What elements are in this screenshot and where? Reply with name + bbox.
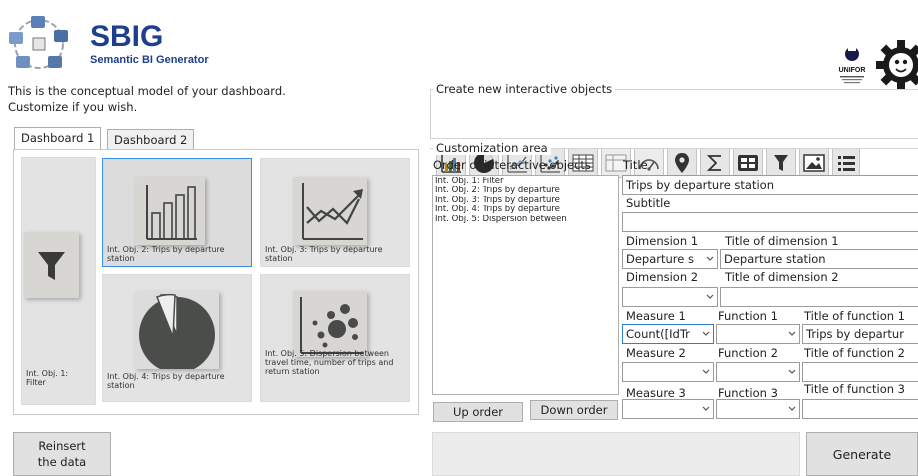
function-3-label: Function 3: [718, 386, 778, 400]
dashboard-card-bubble-chart[interactable]: Int. Obj. 5: Dispersion between travel t…: [260, 274, 410, 402]
function-3-title-label: Title of function 3: [804, 382, 905, 396]
chevron-down-icon: [702, 369, 710, 374]
dimension-2-label: Dimension 2: [626, 270, 699, 284]
function-2-select[interactable]: [716, 362, 800, 382]
bubble-chart-icon: [293, 291, 367, 357]
funnel-icon: [24, 232, 79, 298]
subtitle-label: Subtitle: [626, 196, 671, 210]
tab-dashboard-1[interactable]: Dashboard 1: [14, 127, 102, 150]
function-2-title-label: Title of function 2: [804, 346, 905, 360]
bar-chart-icon: [135, 177, 205, 245]
create-objects-label: Create new interactive objects: [433, 82, 616, 96]
unifor-logo-icon: UNIFOR: [839, 47, 866, 84]
list-item[interactable]: Int. Obj. 3: Trips by departure: [435, 196, 616, 205]
list-item[interactable]: Int. Obj. 4: Trips by departure: [435, 205, 616, 214]
card-caption: Int. Obj. 1: Filter: [26, 369, 69, 387]
app-subtitle: Semantic BI Generator: [90, 54, 209, 66]
measure-1-value: Count([IdTr: [626, 327, 690, 341]
pie-chart-icon: [135, 291, 219, 373]
card-caption: Int. Obj. 5: Dispersion between travel t…: [265, 349, 394, 376]
dashboard-card-filter[interactable]: Int. Obj. 1: Filter: [21, 157, 96, 405]
dashboard-card-line-chart[interactable]: Int. Obj. 3: Trips by departure station: [260, 158, 410, 267]
chevron-down-icon: [702, 331, 710, 336]
function-1-label: Function 1: [718, 309, 778, 323]
tab-dashboard-2[interactable]: Dashboard 2: [107, 129, 195, 149]
dimension-1-value: Departure s: [626, 252, 695, 266]
down-order-button[interactable]: Down order: [530, 400, 618, 420]
chevron-down-icon: [788, 369, 796, 374]
measure-2-label: Measure 2: [626, 346, 686, 360]
function-3-title-input[interactable]: [802, 399, 918, 419]
subtitle-input[interactable]: [622, 212, 918, 232]
chevron-down-icon: [788, 331, 796, 336]
card-caption: Int. Obj. 3: Trips by departure station: [265, 245, 383, 263]
card-caption: Int. Obj. 2: Trips by departure station: [107, 245, 225, 263]
dashboard-card-pie-chart[interactable]: Int. Obj. 4: Trips by departure station: [102, 274, 252, 402]
app-title: SBIG: [90, 20, 164, 53]
measure-3-label: Measure 3: [626, 386, 686, 400]
dimension-1-label: Dimension 1: [626, 234, 699, 248]
measure-1-label: Measure 1: [626, 309, 686, 323]
order-label: Order of interactive objects: [433, 158, 591, 172]
objects-order-list[interactable]: Int. Obj. 1: Filter Int. Obj. 2: Trips b…: [432, 175, 619, 395]
list-item[interactable]: Int. Obj. 1: Filter: [435, 177, 616, 186]
measure-2-select[interactable]: [622, 362, 714, 382]
dimension-2-title-input[interactable]: [720, 287, 918, 307]
up-order-button[interactable]: Up order: [433, 402, 523, 422]
chevron-down-icon: [706, 256, 714, 261]
card-caption: Int. Obj. 4: Trips by departure station: [107, 372, 225, 390]
measure-3-select[interactable]: [622, 399, 714, 419]
dimension-1-title-input[interactable]: Departure station: [720, 249, 918, 269]
gear-logo-icon: [876, 40, 918, 90]
dashboard-card-bar-chart[interactable]: Int. Obj. 2: Trips by departure station: [102, 158, 252, 267]
chevron-down-icon: [788, 406, 796, 411]
dimension-1-title-label: Title of dimension 1: [725, 234, 839, 248]
create-objects-group: [430, 89, 918, 139]
line-chart-icon: [293, 177, 367, 245]
function-3-select[interactable]: [716, 399, 800, 419]
function-1-title-input[interactable]: Trips by departur: [802, 324, 918, 344]
chevron-down-icon: [706, 294, 714, 299]
intro-line-1: This is the conceptual model of your das…: [8, 84, 286, 98]
dimension-2-title-label: Title of dimension 2: [725, 270, 839, 284]
dimension-1-select[interactable]: Departure s: [622, 249, 718, 269]
measure-1-select[interactable]: Count([IdTr: [622, 324, 714, 344]
status-area: [432, 432, 800, 476]
unifor-logo-text: UNIFOR: [839, 67, 866, 74]
title-input[interactable]: Trips by departure station: [622, 175, 918, 195]
chevron-down-icon: [702, 406, 710, 411]
function-1-select[interactable]: [716, 324, 800, 344]
generate-button[interactable]: Generate: [806, 432, 918, 476]
reinsert-data-button[interactable]: Reinsert the data: [13, 432, 111, 476]
customization-label: Customization area: [433, 141, 551, 155]
list-item[interactable]: Int. Obj. 5: Dispersion between: [435, 215, 616, 224]
intro-line-2: Customize if you wish.: [8, 100, 138, 114]
function-2-title-input[interactable]: [802, 362, 918, 382]
function-2-label: Function 2: [718, 346, 778, 360]
title-label: Title: [623, 158, 648, 172]
sbig-logo-icon: [9, 16, 68, 69]
function-1-title-label: Title of function 1: [804, 309, 905, 323]
dimension-2-select[interactable]: [622, 287, 718, 307]
list-item[interactable]: Int. Obj. 2: Trips by departure: [435, 186, 616, 195]
